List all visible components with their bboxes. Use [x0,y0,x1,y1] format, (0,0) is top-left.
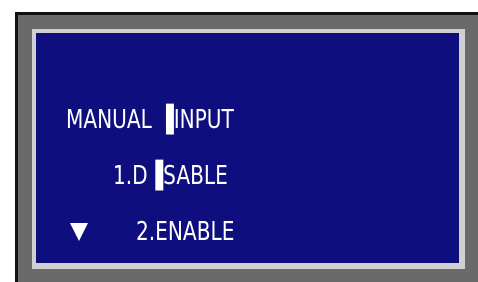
menu-item-enable[interactable]: 2.ENABLE [136,219,234,245]
down-triangle-icon [70,223,88,241]
screen-bezel: MANUAL ▐INPUT 1.D▐SABLE 2.ENABLE [32,29,465,269]
lcd-screen: MANUAL ▐INPUT 1.D▐SABLE 2.ENABLE [36,33,459,263]
menu-item-disable[interactable]: 1.D▐SABLE [113,163,228,189]
device-frame: MANUAL ▐INPUT 1.D▐SABLE 2.ENABLE [15,12,478,282]
menu-title: MANUAL ▐INPUT [66,105,234,135]
